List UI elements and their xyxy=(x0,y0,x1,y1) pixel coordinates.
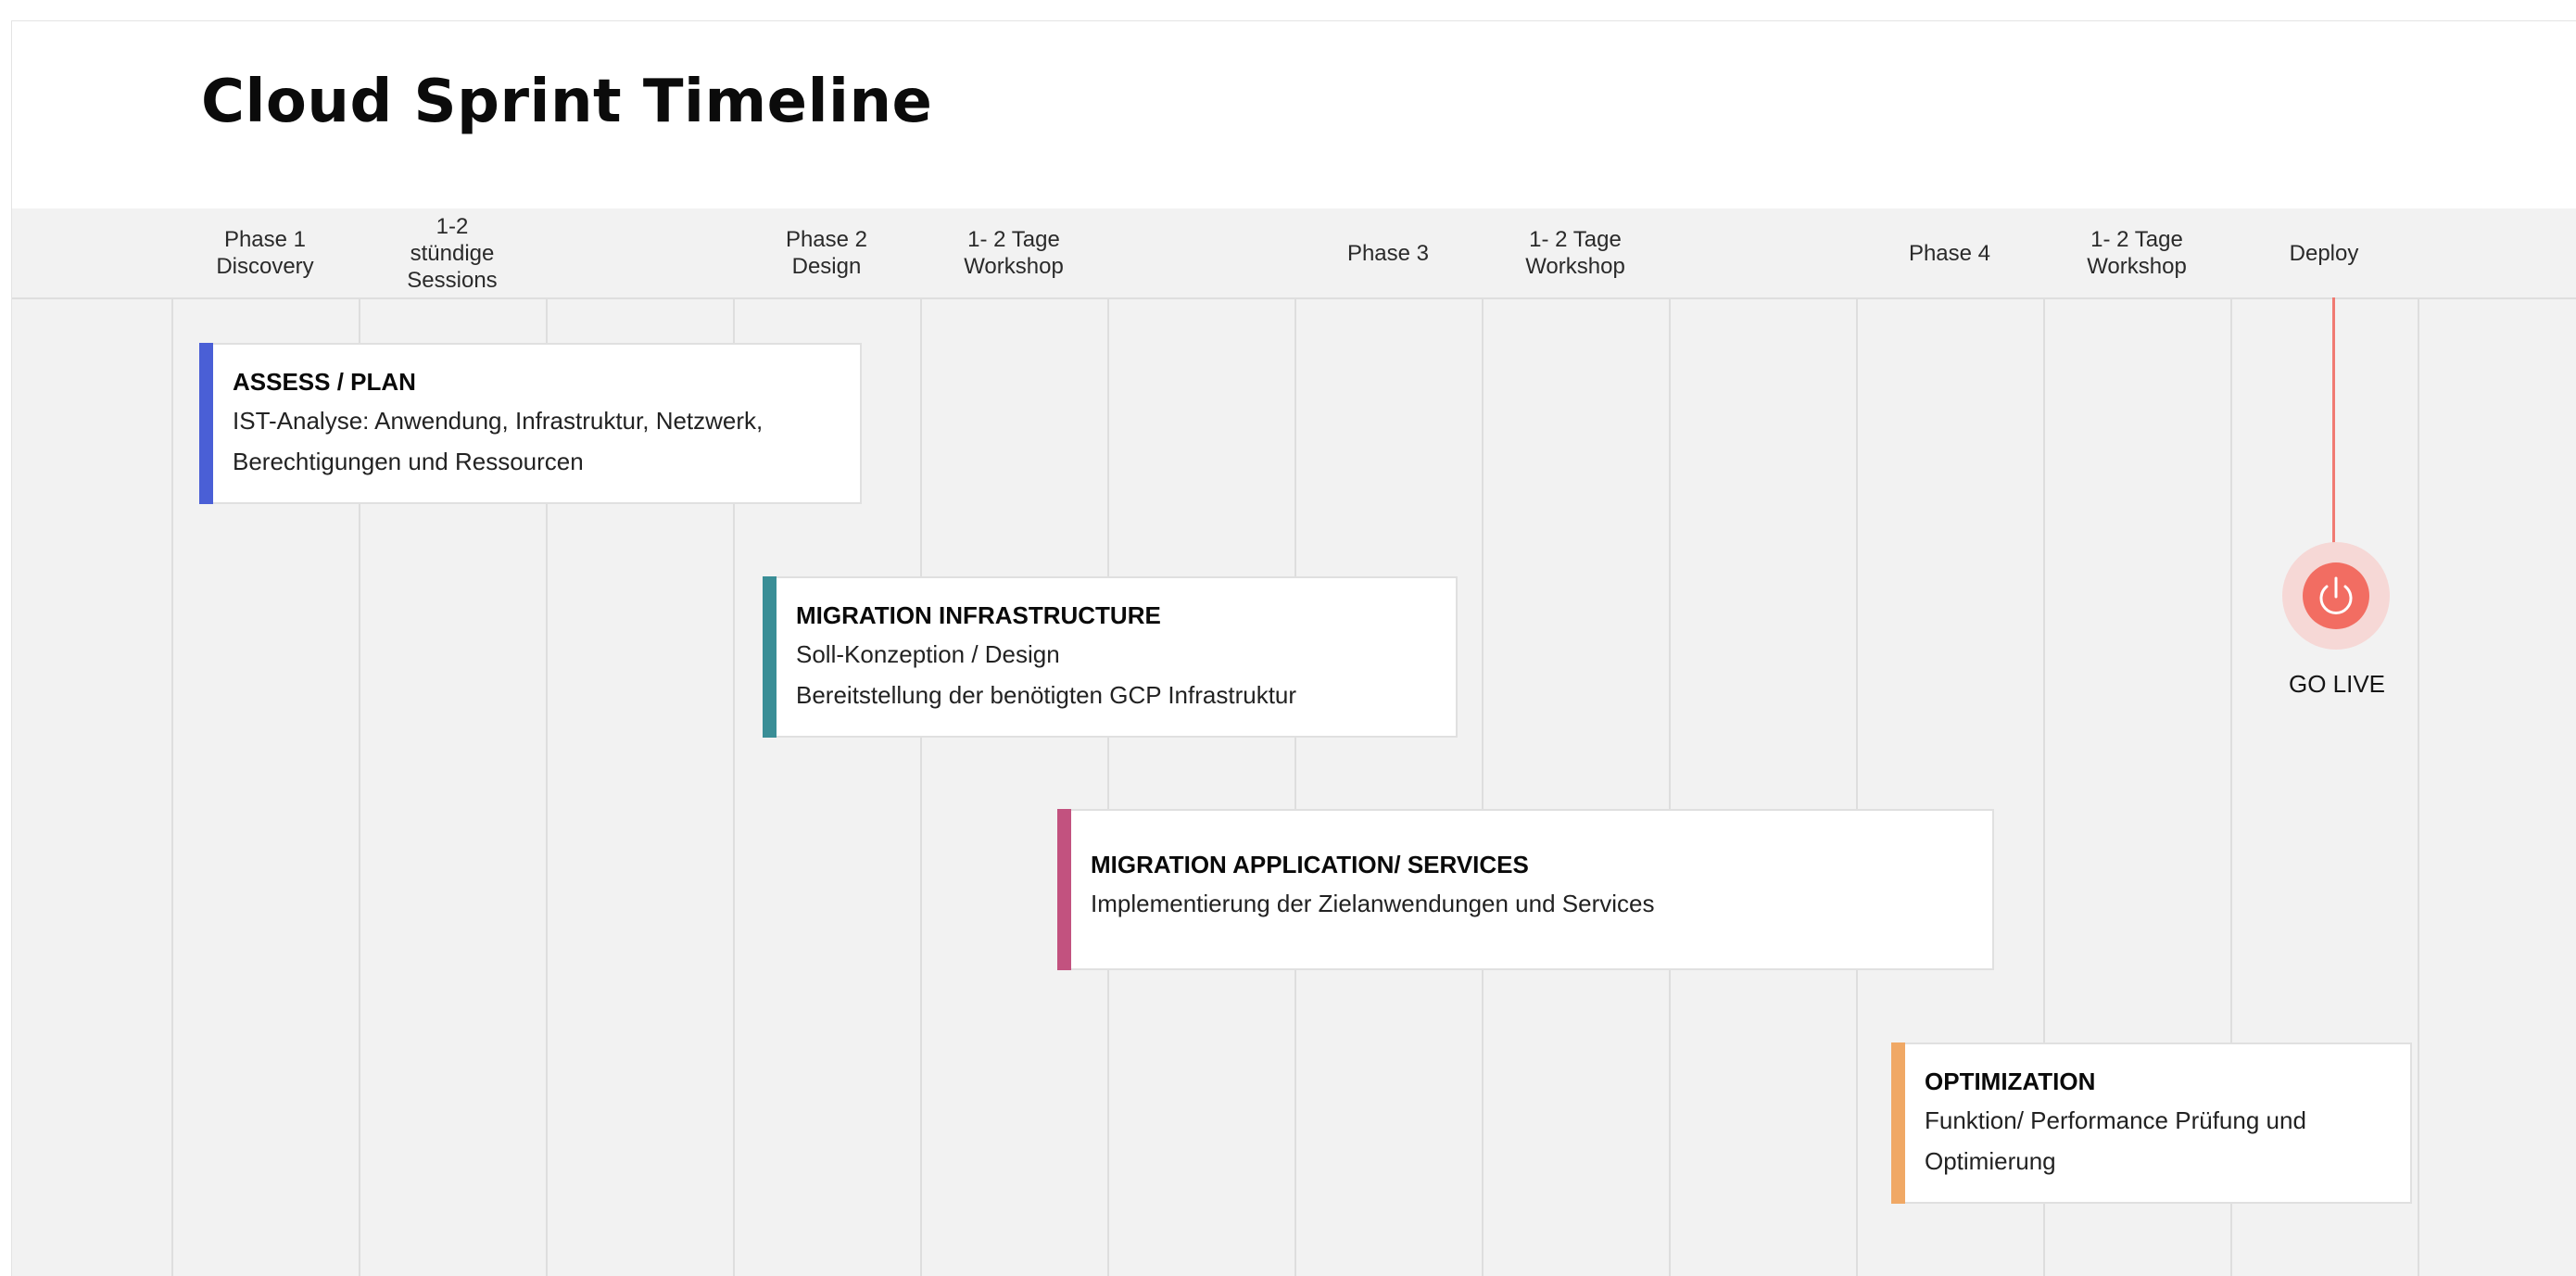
phase-header-cell: Deploy xyxy=(2289,240,2359,266)
card-line: Bereitstellung der benötigten GCP Infras… xyxy=(796,681,1297,709)
page-title: Cloud Sprint Timeline xyxy=(201,68,933,136)
title-band: Cloud Sprint Timeline xyxy=(12,21,2576,208)
phase-header-cell: Phase 2 Design xyxy=(785,227,868,279)
phase-header-row: Phase 1 Discovery 1-2 stündige Sessions Ph… xyxy=(12,208,2576,299)
timeline-page: Cloud Sprint Timeline Phase 1 Discovery 1… xyxy=(11,20,2576,1276)
phase-header-cell xyxy=(1107,208,1294,297)
card-color-bar xyxy=(1891,1042,1905,1204)
card-assess-plan: ASSESS / PLAN IST-Analyse: Anwendung, In… xyxy=(199,343,862,504)
card-title: OPTIMIZATION xyxy=(1925,1068,2096,1095)
phase-header-cell: 1- 2 Tage Workshop xyxy=(964,227,1064,279)
phase-header-cell xyxy=(546,208,733,297)
card-line: Implementierung der Zielanwendungen und … xyxy=(1091,890,1655,917)
card-color-bar xyxy=(1057,809,1071,970)
card-title: MIGRATION INFRASTRUCTURE xyxy=(796,601,1161,629)
card-line: Soll-Konzeption / Design xyxy=(796,640,1060,668)
phase-header-cell: 1- 2 Tage Workshop xyxy=(1525,227,1625,279)
grid-line xyxy=(920,297,922,1276)
grid-line xyxy=(1294,297,1296,1276)
phase-header-cell: Phase 1 Discovery xyxy=(216,227,314,279)
card-line: Berechtigungen und Ressourcen xyxy=(233,448,584,475)
card-color-bar xyxy=(763,576,777,738)
grid-line xyxy=(171,297,173,1276)
go-live-label: GO LIVE xyxy=(2288,670,2386,698)
power-icon[interactable] xyxy=(2303,562,2369,629)
card-line: Funktion/ Performance Prüfung und xyxy=(1925,1106,2306,1134)
phase-header-cell xyxy=(1669,208,1856,297)
phase-header-cell: 1- 2 Tage Workshop xyxy=(2087,227,2187,279)
card-color-bar xyxy=(199,343,213,504)
phase-header-cell: 1-2 stündige Sessions xyxy=(407,213,498,293)
phase-header-cell: Phase 3 xyxy=(1346,240,1430,266)
grid-line xyxy=(1482,297,1484,1276)
card-title: MIGRATION APPLICATION/ SERVICES xyxy=(1091,851,1529,878)
card-line: IST-Analyse: Anwendung, Infrastruktur, N… xyxy=(233,407,764,435)
grid-line xyxy=(1856,297,1858,1276)
card-optimization: OPTIMIZATION Funktion/ Performance Prüfu… xyxy=(1891,1042,2412,1204)
card-migration-application: MIGRATION APPLICATION/ SERVICES Implemen… xyxy=(1057,809,1994,970)
card-title: ASSESS / PLAN xyxy=(233,368,416,396)
grid-line xyxy=(1669,297,1671,1276)
card-migration-infrastructure: MIGRATION INFRASTRUCTURE Soll-Konzeption… xyxy=(763,576,1458,738)
grid-line xyxy=(1107,297,1109,1276)
grid-line xyxy=(2418,297,2419,1276)
card-line: Optimierung xyxy=(1925,1147,2056,1175)
phase-header-cell: Phase 4 xyxy=(1908,240,1991,266)
